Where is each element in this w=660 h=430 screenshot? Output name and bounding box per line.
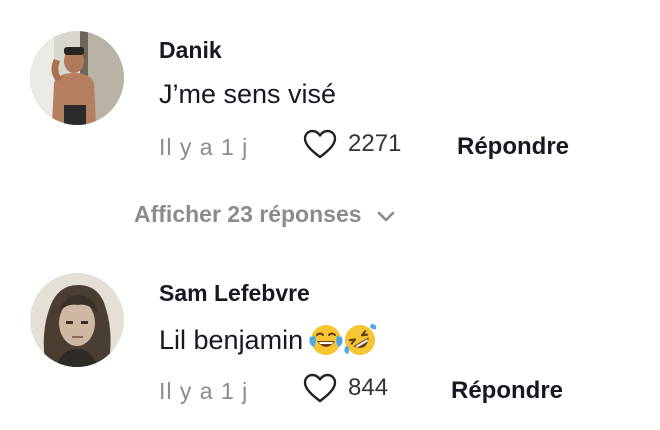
comment-item: Danik J’me sens visé Il y a 1 j 2271 Rép… (0, 0, 660, 200)
comment-text: J’me sens visé (159, 79, 336, 110)
comment-item: Sam Lefebvre Lil benjamin Il y a 1 j 844… (0, 268, 660, 430)
comment-text-content: Lil benjamin (159, 324, 304, 355)
avatar[interactable] (30, 273, 124, 367)
like-button[interactable]: 844 (302, 372, 388, 404)
like-button[interactable]: 2271 (302, 128, 401, 160)
comment-meta: Il y a 1 j 844 Répondre (159, 372, 629, 412)
reply-button[interactable]: Répondre (451, 377, 563, 405)
avatar[interactable] (30, 31, 124, 125)
face-with-tears-of-joy-icon (307, 321, 345, 359)
comment-username[interactable]: Sam Lefebvre (159, 280, 310, 307)
heart-icon[interactable] (302, 128, 338, 160)
heart-icon[interactable] (302, 372, 338, 404)
comment-text: Lil benjamin (159, 321, 379, 359)
comment-meta: Il y a 1 j 2271 Répondre (159, 128, 629, 168)
avatar-image (30, 273, 124, 367)
comment-timestamp: Il y a 1 j (159, 378, 249, 404)
show-replies-label: Afficher 23 réponses (134, 201, 362, 227)
show-replies-button[interactable]: Afficher 23 réponses (134, 201, 396, 228)
like-count: 844 (348, 374, 389, 401)
reply-button[interactable]: Répondre (457, 133, 569, 161)
avatar-image (30, 31, 124, 125)
like-count: 2271 (348, 130, 402, 157)
rolling-on-floor-laughing-icon (341, 321, 379, 359)
comment-username[interactable]: Danik (159, 37, 222, 64)
comment-text-content: J’me sens visé (159, 79, 337, 109)
comment-timestamp: Il y a 1 j (159, 134, 249, 160)
chevron-down-icon (377, 211, 394, 221)
